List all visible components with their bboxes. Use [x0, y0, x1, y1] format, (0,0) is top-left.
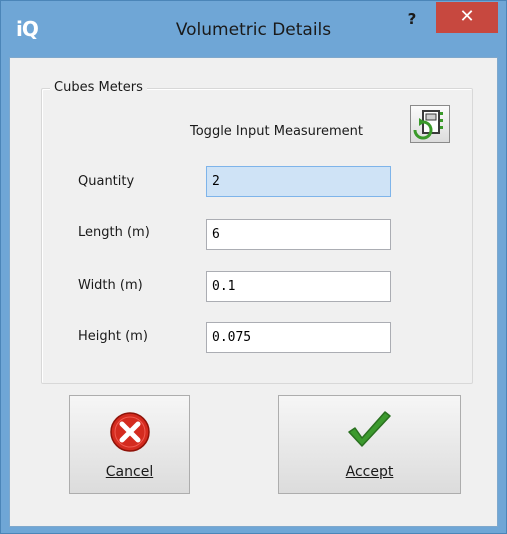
- quantity-field[interactable]: [206, 166, 391, 197]
- quantity-label: Quantity: [78, 174, 135, 189]
- group-legend: Cubes Meters: [50, 80, 147, 95]
- accept-button[interactable]: Accept: [278, 395, 461, 494]
- dialog-client-area: Cubes Meters Toggle Input Measurement Qu…: [9, 57, 498, 527]
- length-field[interactable]: [206, 219, 391, 250]
- toggle-measurement-icon: [413, 110, 443, 140]
- width-label: Width (m): [78, 278, 143, 293]
- title-bar: iQ Volumetric Details ? ✕: [1, 1, 506, 57]
- toggle-input-measurement-button[interactable]: [410, 105, 450, 143]
- toggle-input-measurement-label: Toggle Input Measurement: [190, 124, 363, 139]
- checkmark-icon: [345, 410, 395, 458]
- accept-label: Accept: [345, 464, 394, 480]
- cancel-button[interactable]: Cancel: [69, 395, 190, 494]
- height-label: Height (m): [78, 329, 148, 344]
- height-field[interactable]: [206, 322, 391, 353]
- error-x-icon: [108, 410, 152, 458]
- window-title: Volumetric Details: [175, 20, 332, 40]
- length-label: Length (m): [78, 225, 150, 240]
- help-button[interactable]: ?: [399, 7, 425, 31]
- width-field[interactable]: [206, 271, 391, 302]
- dialog-window: iQ Volumetric Details ? ✕ Cubes Meters T…: [0, 0, 507, 534]
- close-button[interactable]: ✕: [436, 2, 498, 33]
- cancel-label: Cancel: [105, 464, 154, 480]
